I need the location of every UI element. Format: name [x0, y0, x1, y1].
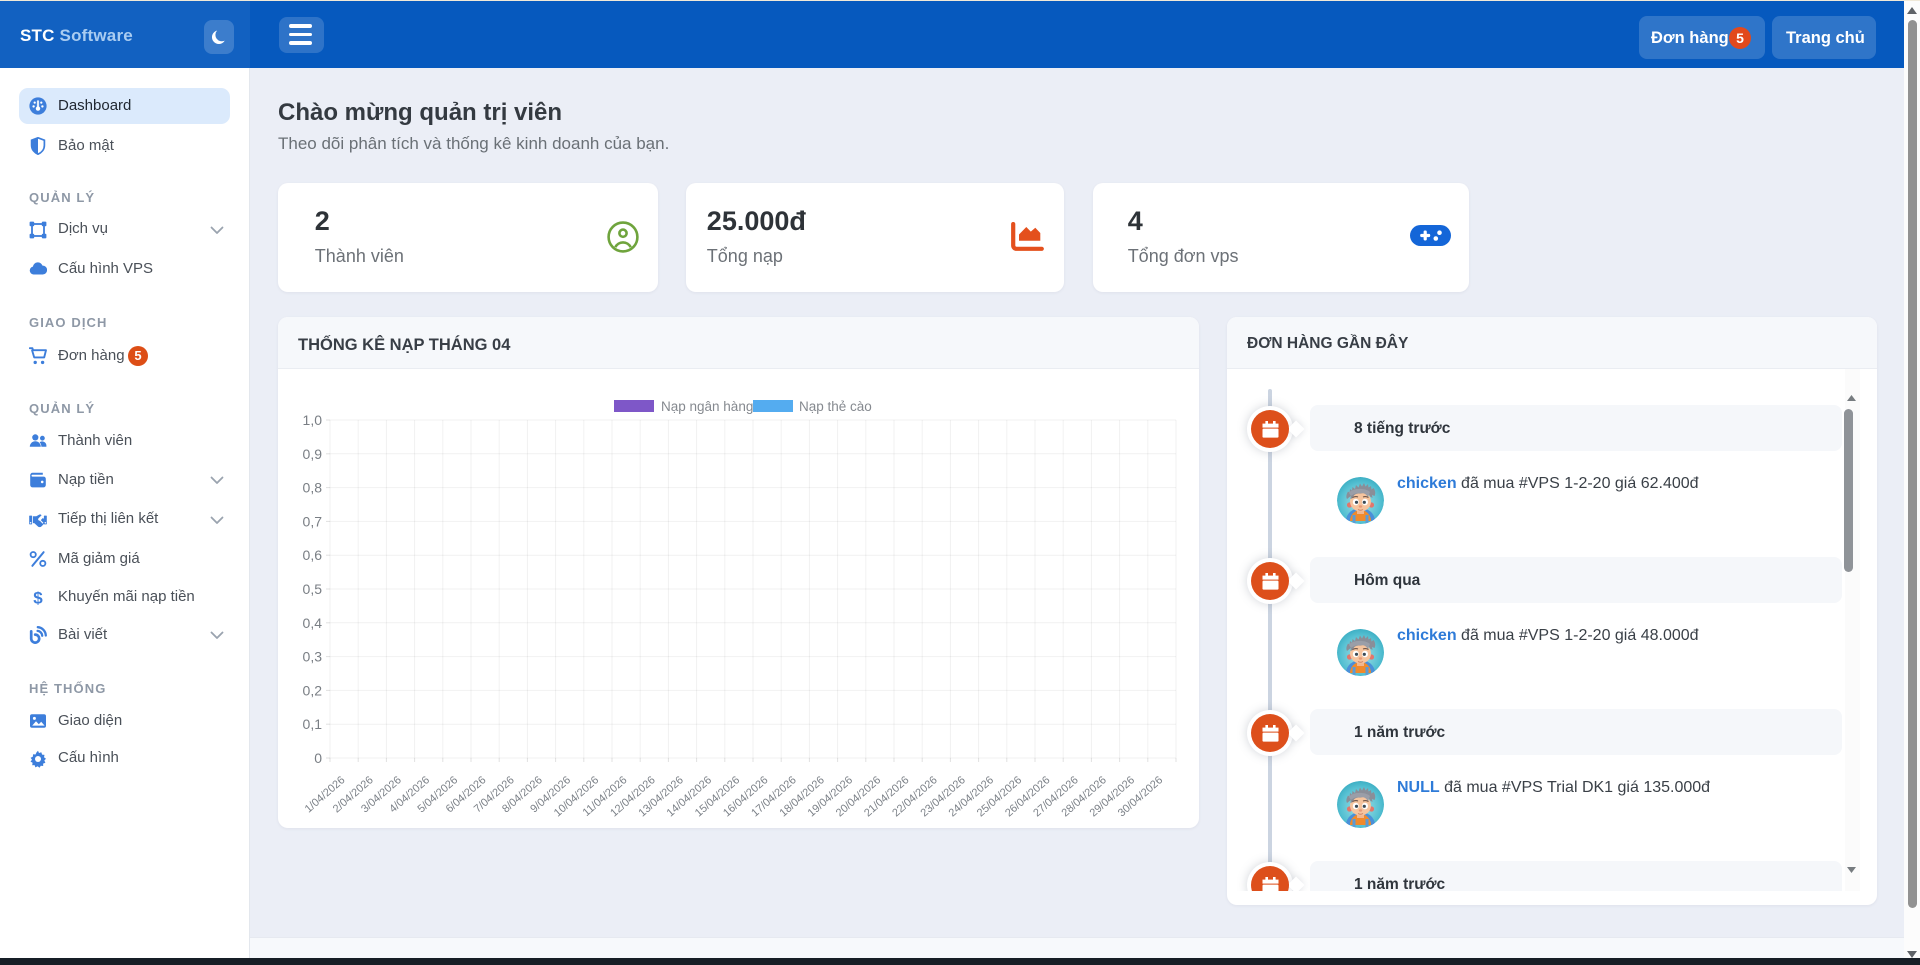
svg-text:0,3: 0,3: [303, 649, 323, 665]
svg-text:1,0: 1,0: [303, 412, 323, 428]
svg-text:0,4: 0,4: [303, 615, 323, 631]
svg-text:0,9: 0,9: [303, 446, 323, 462]
svg-text:0,5: 0,5: [303, 581, 323, 597]
svg-text:0,2: 0,2: [303, 682, 323, 698]
svg-text:$: $: [33, 589, 43, 607]
svg-text:0: 0: [314, 750, 322, 766]
svg-text:0,6: 0,6: [303, 547, 323, 563]
svg-text:0,7: 0,7: [303, 513, 323, 529]
svg-text:0,8: 0,8: [303, 480, 323, 496]
svg-text:0,1: 0,1: [303, 716, 323, 732]
